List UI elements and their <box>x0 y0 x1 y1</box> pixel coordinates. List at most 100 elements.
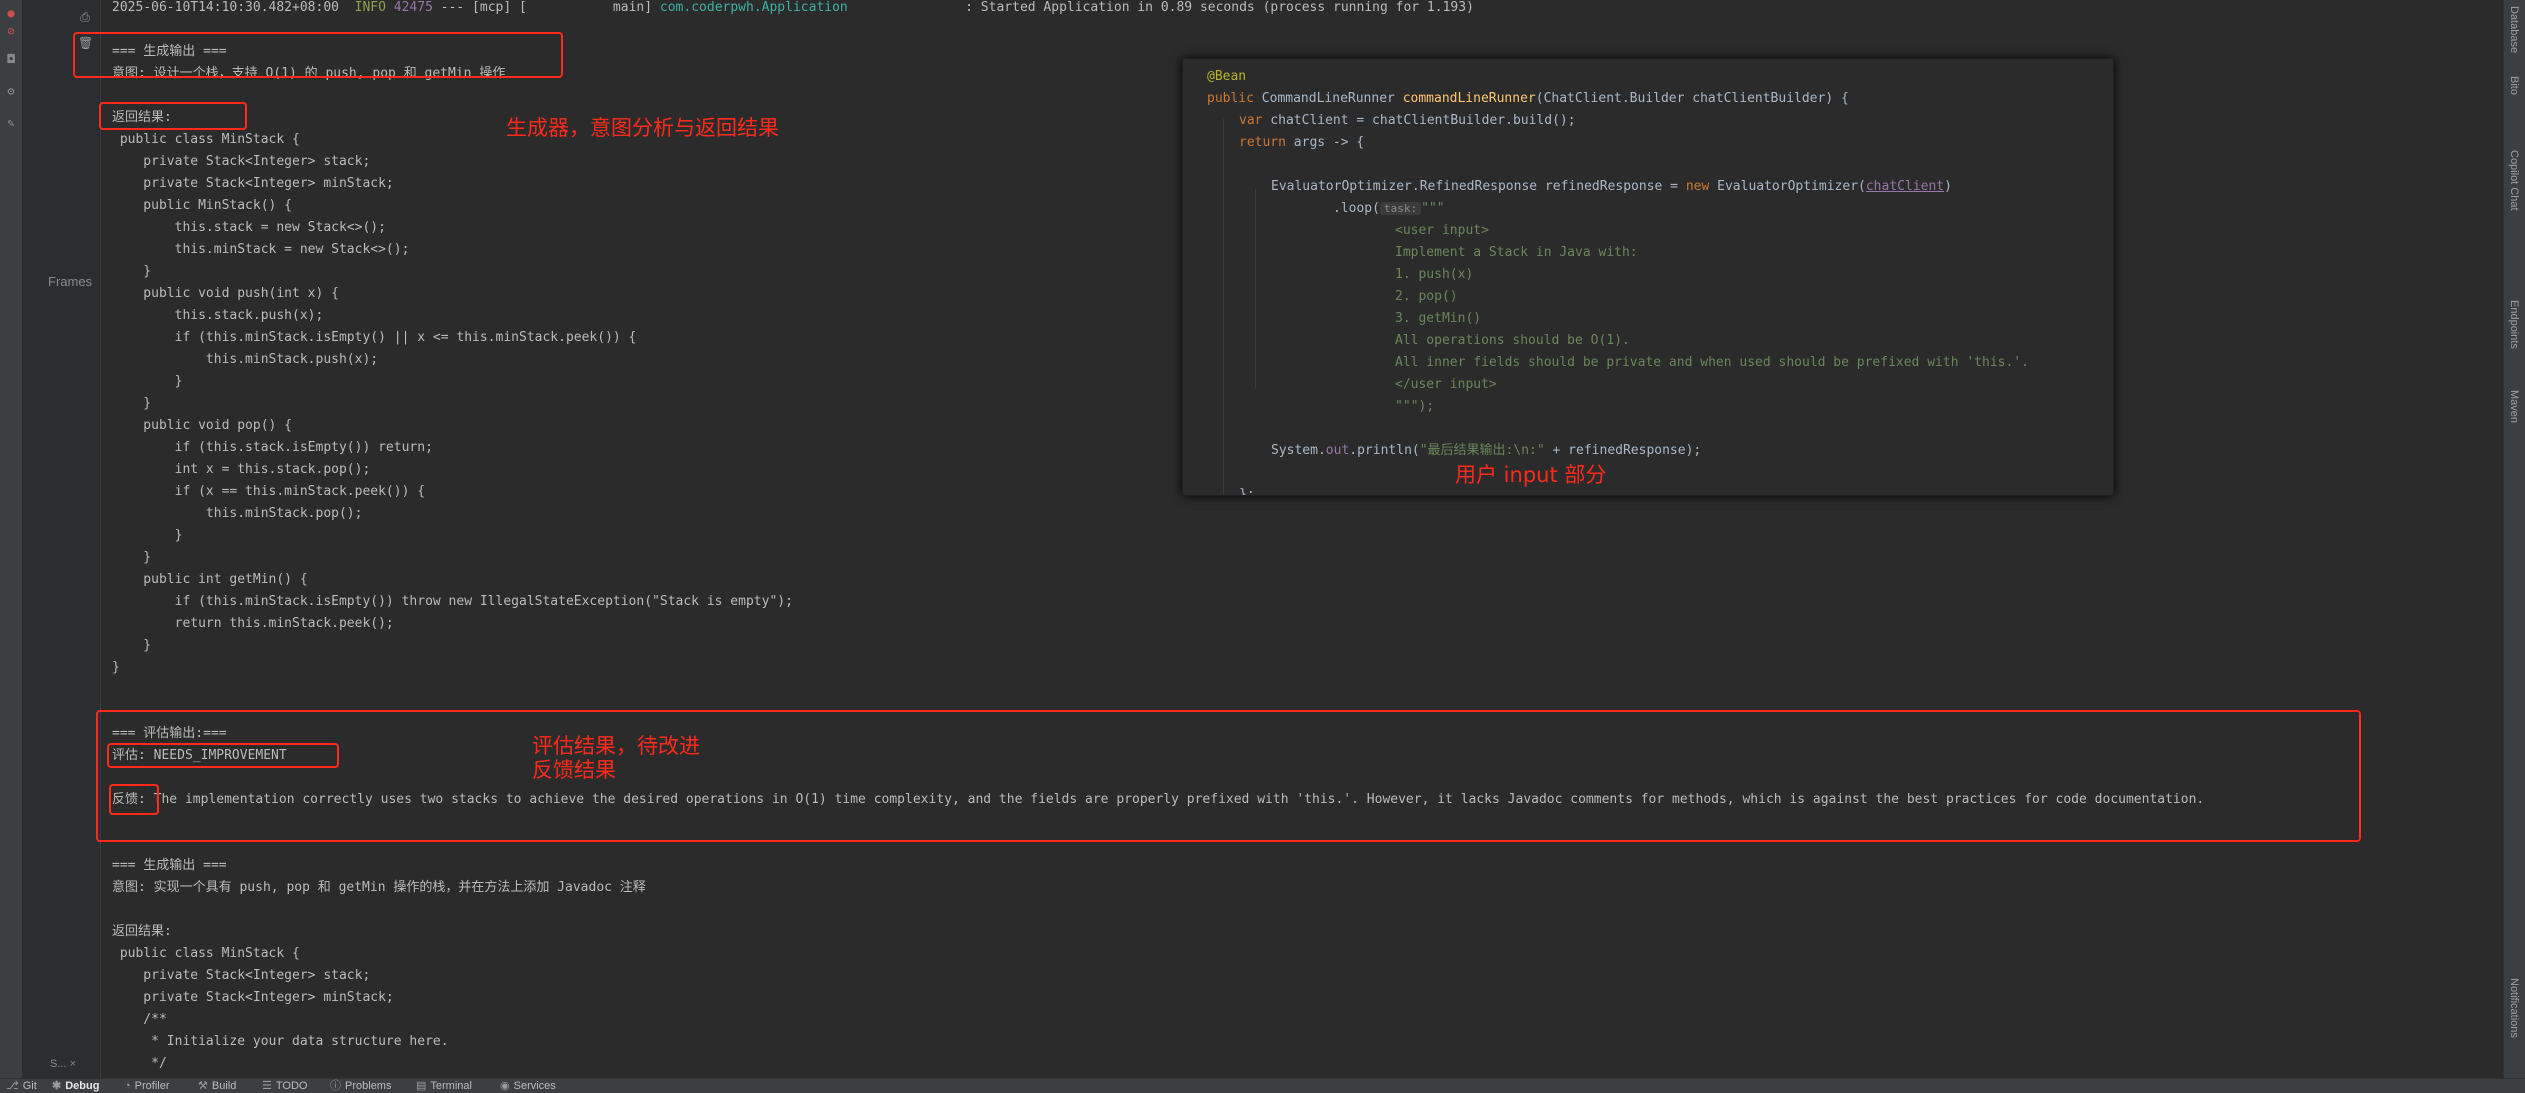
debug-tab-icon: ✱ <box>52 1080 62 1092</box>
keyword-token: var <box>1239 113 1263 128</box>
keyword-token: public <box>1207 91 1254 106</box>
log-class: com.coderpwh.Application <box>659 0 848 15</box>
settings-icon[interactable]: ⚙ <box>4 84 18 98</box>
right-panel-item[interactable]: Copilot Chat <box>2508 150 2520 211</box>
snippet-line: <user input> <box>1395 223 1489 238</box>
build-icon: ⚒ <box>198 1080 208 1092</box>
right-panel-item[interactable]: Notifications <box>2508 978 2520 1038</box>
code-line: } <box>112 550 152 565</box>
code-line: } <box>112 638 152 653</box>
snippet-line: 3. getMin() <box>1395 311 1482 326</box>
log-timestamp: 2025-06-10T14:10:30.482+08:00 <box>112 0 339 15</box>
todo-icon: ☰ <box>262 1080 272 1092</box>
tab-services[interactable]: ◉ Services <box>500 1079 556 1093</box>
code-line: public class MinStack { <box>112 946 300 961</box>
git-icon: ⎇ <box>6 1080 19 1092</box>
params-token: (ChatClient.Builder chatClientBuilder) { <box>1535 91 1849 106</box>
right-panel-item[interactable]: Maven <box>2508 390 2520 423</box>
right-tool-strip: Database Bito Copilot Chat Endpoints Mav… <box>2503 0 2525 1078</box>
code-line: public class MinStack { <box>112 132 300 147</box>
right-panel-item[interactable]: Bito <box>2508 76 2520 95</box>
tab-build[interactable]: ⚒ Build <box>198 1079 236 1093</box>
code-line: } <box>112 396 152 411</box>
param-hint: task: <box>1379 202 1422 215</box>
snippet-line: All inner fields should be private and w… <box>1395 355 2029 370</box>
pin-icon[interactable]: ✎ <box>4 116 18 130</box>
terminal-icon: ▤ <box>416 1080 427 1092</box>
result-label: 返回结果: <box>112 924 172 939</box>
code-line: return this.minStack.peek(); <box>112 616 394 631</box>
snippet-line: .loop(task: """ <box>1333 201 1445 216</box>
tab-profiler[interactable]: ◔ Profiler <box>124 1079 170 1093</box>
method-name-token: commandLineRunner <box>1402 91 1536 106</box>
code-line: private Stack<Integer> stack; <box>112 968 371 983</box>
snippet-line: public CommandLineRunner commandLineRunn… <box>1207 91 1849 106</box>
tab-debug[interactable]: ✱ Debug <box>52 1079 99 1093</box>
camera-icon[interactable]: ◘ <box>4 52 18 66</box>
argument-token: chatClient <box>1865 179 1945 194</box>
code-line: if (this.minStack.isEmpty() || x <= this… <box>112 330 637 345</box>
snippet-line: @Bean <box>1207 69 1246 84</box>
tab-todo[interactable]: ☰ TODO <box>262 1079 307 1093</box>
code-line: public void pop() { <box>112 418 293 433</box>
eval-status-highlight-box <box>107 743 339 768</box>
feedback-highlight-box <box>109 784 159 815</box>
mute-breakpoints-icon[interactable]: ⊘ <box>4 24 18 38</box>
snippet-line: return args -> { <box>1239 135 1364 150</box>
log-thread: --- [mcp] [ main] <box>440 0 653 15</box>
code-line: if (x == this.minStack.peek()) { <box>112 484 426 499</box>
generator-highlight-box <box>73 32 563 78</box>
code-line: this.minStack.pop(); <box>112 506 363 521</box>
code-line: public int getMin() { <box>112 572 308 587</box>
snippet-line: var chatClient = chatClientBuilder.build… <box>1239 113 1576 128</box>
string-token: "最后结果输出:\n:" <box>1419 443 1545 458</box>
keyword-token: return <box>1239 135 1286 150</box>
gen-header: === 生成输出 === <box>112 858 227 873</box>
code-line: /** <box>112 1012 167 1027</box>
code-line: public void push(int x) { <box>112 286 339 301</box>
tab-git[interactable]: ⎇ Git <box>6 1079 37 1093</box>
code-line: * Initialize your data structure here. <box>112 1034 449 1049</box>
user-input-annotation: 用户 input 部分 <box>1455 463 1607 487</box>
tab-label: Services <box>513 1080 556 1092</box>
result-highlight-box <box>99 102 247 130</box>
code-line: this.minStack.push(x); <box>112 352 379 367</box>
code-line: } <box>112 660 120 675</box>
debug-icon[interactable]: ● <box>4 6 18 20</box>
snippet-line: 2. pop() <box>1395 289 1458 304</box>
tab-label: Git <box>22 1080 37 1092</box>
session-tab-label: S... <box>50 1058 67 1070</box>
statement-token: EvaluatorOptimizer( <box>1709 179 1866 194</box>
tab-label: Problems <box>345 1080 392 1092</box>
right-panel-item[interactable]: Endpoints <box>2508 300 2520 349</box>
code-line: this.minStack = new Stack<>(); <box>112 242 410 257</box>
services-icon: ◉ <box>500 1080 510 1092</box>
statement-token: System. <box>1271 443 1326 458</box>
code-line: private Stack<Integer> stack; <box>112 154 371 169</box>
code-line: int x = this.stack.pop(); <box>112 462 371 477</box>
annotation-token: @Bean <box>1207 69 1247 84</box>
tab-label: Profiler <box>134 1080 170 1092</box>
right-panel-item[interactable]: Database <box>2508 6 2520 53</box>
tab-label: Build <box>211 1080 237 1092</box>
tab-label: TODO <box>275 1080 308 1092</box>
code-line: public MinStack() { <box>112 198 293 213</box>
generator-annotation: 生成器，意图分析与返回结果 <box>506 116 779 140</box>
profiler-icon: ◔ <box>124 1080 131 1092</box>
tab-problems[interactable]: ⓘ Problems <box>330 1079 391 1093</box>
code-line: this.stack.push(x); <box>112 308 324 323</box>
print-icon[interactable]: ⎙ <box>78 10 92 24</box>
keyword-token: new <box>1685 179 1710 194</box>
snippet-line: Implement a Stack in Java with: <box>1395 245 1638 260</box>
snippet-line: }; <box>1239 487 1255 496</box>
code-line: private Stack<Integer> minStack; <box>112 990 394 1005</box>
log-pid: 42475 <box>393 0 433 15</box>
snippet-line: 1. push(x) <box>1395 267 1474 282</box>
session-tab[interactable]: S... × <box>50 1058 76 1070</box>
snippet-line: System.out.println("最后结果输出:\n:" + refine… <box>1271 443 1701 458</box>
tab-terminal[interactable]: ▤ Terminal <box>416 1079 472 1093</box>
statement-token: EvaluatorOptimizer.RefinedResponse refin… <box>1271 179 1686 194</box>
log-line: 2025-06-10T14:10:30.482+08:00 INFO 42475… <box>112 0 1474 15</box>
left-tool-strip: ● ⊘ ◘ ⚙ ✎ <box>0 0 23 1078</box>
status-bar: ⎇ Git ✱ Debug ◔ Profiler ⚒ Build ☰ TODO ⓘ Prob… <box>0 1078 2525 1093</box>
